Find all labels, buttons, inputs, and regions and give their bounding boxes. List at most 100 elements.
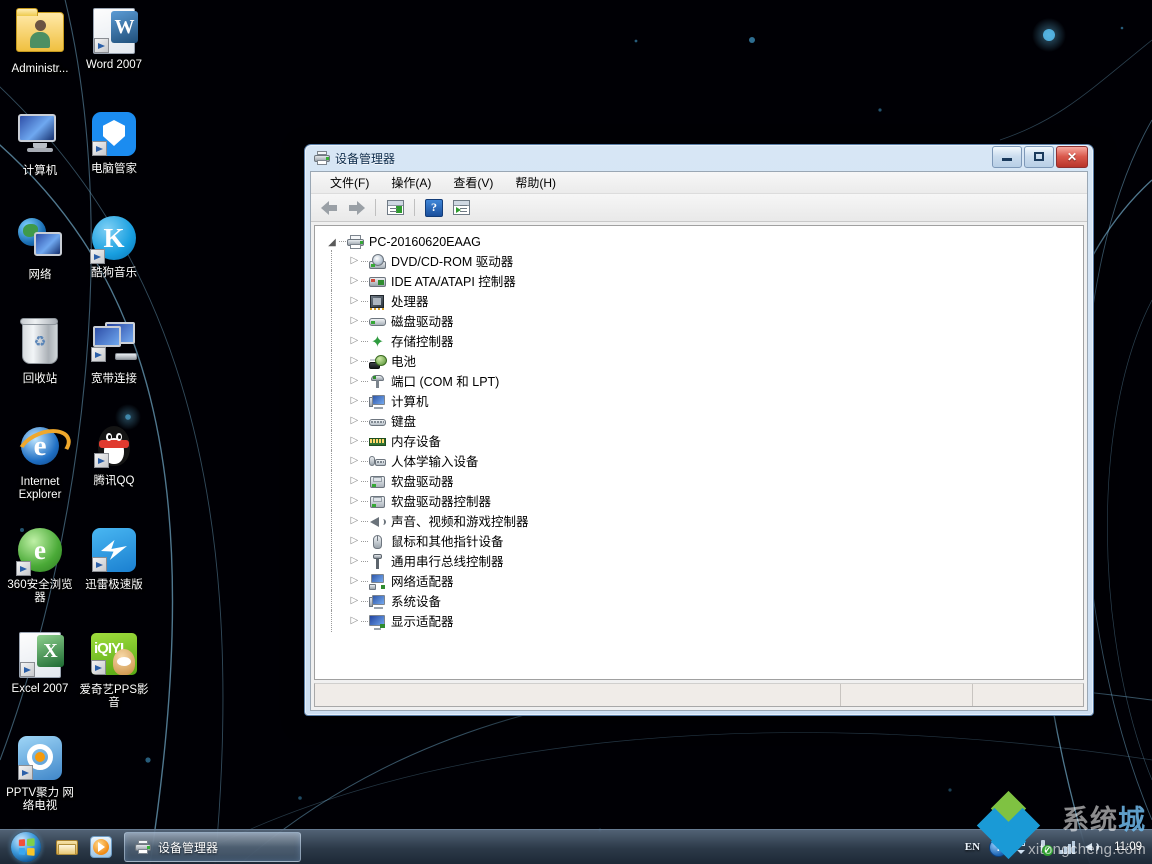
memory-icon [369, 434, 386, 450]
desktop-icon-label: Excel 2007 [11, 683, 69, 695]
minimize-button[interactable] [992, 146, 1022, 168]
expander-icon[interactable] [347, 273, 361, 289]
tree-item-storage-controllers[interactable]: ✦ 存储控制器 [325, 330, 1083, 352]
help-button[interactable]: ? [422, 197, 446, 219]
desktop-icon-recycle-bin[interactable]: ♻ 回收站 [2, 318, 78, 386]
desktop-icon-360-browser[interactable]: e 360安全浏览器 [2, 526, 78, 605]
desktop-icon-word-2007[interactable]: W Word 2007 [76, 6, 152, 72]
network-icon[interactable] [1060, 839, 1077, 855]
desktop-icon-pptv[interactable]: PPTV聚力 网络电视 [2, 734, 78, 813]
tree-item-processor[interactable]: 处理器 [325, 290, 1083, 312]
tree-item-floppy-drive[interactable]: 软盘驱动器 [325, 470, 1083, 492]
expander-icon[interactable] [347, 313, 361, 329]
tree-root-node[interactable]: ◢ PC-20160620EAAG [325, 232, 1083, 252]
tree-item-label: 人体学输入设备 [391, 455, 479, 469]
expander-icon[interactable] [347, 533, 361, 549]
network-icon [16, 218, 64, 266]
shortcut-arrow-icon [20, 662, 35, 677]
desktop-icon-xunlei[interactable]: 迅雷极速版 [76, 526, 152, 592]
maximize-button[interactable] [1024, 146, 1054, 168]
language-indicator[interactable]: EN [963, 841, 982, 853]
port-icon [369, 374, 386, 390]
desktop-icon-internet-explorer[interactable]: e Internet Explorer [2, 421, 78, 502]
desktop-icon-broadband[interactable]: 宽带连接 [76, 318, 152, 386]
toolbar: ? [311, 194, 1087, 222]
show-hidden-icons-button[interactable] [1014, 839, 1028, 855]
expander-icon[interactable] [347, 473, 361, 489]
tree-item-memory[interactable]: 内存设备 [325, 430, 1083, 452]
desktop-icon-computer[interactable]: 计算机 [2, 110, 78, 178]
tree-item-mouse[interactable]: 鼠标和其他指针设备 [325, 530, 1083, 552]
expander-icon[interactable] [347, 293, 361, 309]
volume-icon[interactable] [1084, 839, 1101, 855]
tree-connector [361, 335, 369, 349]
desktop-icon-iqiyi-pps[interactable]: iQIYI 爱奇艺PPS影音 [76, 630, 152, 710]
desktop-icon-tencent-qq[interactable]: 腾讯QQ [76, 422, 152, 488]
keyboard-icon [369, 414, 386, 430]
device-tree-pane[interactable]: ◢ PC-20160620EAAG DVD/CD-ROM 驱动器 [314, 225, 1084, 680]
window-titlebar[interactable]: 设备管理器 ✕ [310, 145, 1088, 171]
tree-item-dvd[interactable]: DVD/CD-ROM 驱动器 [325, 250, 1083, 272]
tree-item-disk-drives[interactable]: 磁盘驱动器 [325, 310, 1083, 332]
start-button[interactable] [2, 831, 50, 863]
expander-icon[interactable] [347, 553, 361, 569]
back-icon [320, 200, 338, 215]
expander-icon[interactable] [347, 573, 361, 589]
desktop-icon-administrator[interactable]: Administr... [2, 6, 78, 76]
tray-help-button[interactable]: ? [989, 838, 1009, 857]
tree-item-floppy-controller[interactable]: 软盘驱动器控制器 [325, 490, 1083, 512]
desktop-icon-pc-manager[interactable]: 电脑管家 [76, 110, 152, 176]
desktop-icon-network[interactable]: 网络 [2, 214, 78, 282]
tree-item-keyboard[interactable]: 键盘 [325, 410, 1083, 432]
desktop-icon-label: 电脑管家 [91, 163, 137, 175]
tree-item-sound-video-game[interactable]: 声音、视频和游戏控制器 [325, 510, 1083, 532]
tree-item-battery[interactable]: 电池 [325, 350, 1083, 372]
menu-help[interactable]: 帮助(H) [504, 172, 567, 193]
expander-icon[interactable] [347, 453, 361, 469]
tree-item-ports[interactable]: 端口 (COM 和 LPT) [325, 370, 1083, 392]
tree-item-ide[interactable]: IDE ATA/ATAPI 控制器 [325, 270, 1083, 292]
task-button-device-manager[interactable]: 设备管理器 [124, 832, 301, 862]
tree-item-computer[interactable]: 计算机 [325, 390, 1083, 412]
expander-icon[interactable] [347, 353, 361, 369]
expander-icon[interactable] [347, 493, 361, 509]
expander-icon[interactable] [347, 593, 361, 609]
expander-icon[interactable] [347, 373, 361, 389]
close-button[interactable]: ✕ [1056, 146, 1088, 168]
tree-item-system-devices[interactable]: 系统设备 [325, 590, 1083, 612]
safely-remove-hardware-icon[interactable]: ✓ [1035, 839, 1054, 856]
menu-action[interactable]: 操作(A) [380, 172, 442, 193]
desktop-icon-kugou-music[interactable]: K 酷狗音乐 [76, 214, 152, 280]
expander-icon[interactable] [347, 613, 361, 629]
expander-icon[interactable] [347, 253, 361, 269]
menu-file[interactable]: 文件(F) [319, 172, 380, 193]
expander-icon[interactable] [347, 413, 361, 429]
clock[interactable]: 11:09 [1108, 841, 1148, 854]
task-button-list: 设备管理器 [124, 832, 301, 862]
forward-button[interactable] [344, 197, 368, 219]
scan-hardware-button[interactable] [449, 197, 473, 219]
printer-icon [314, 150, 330, 166]
menu-view[interactable]: 查看(V) [442, 172, 504, 193]
tree-item-display-adapters[interactable]: 显示适配器 [325, 610, 1083, 632]
tree-item-usb[interactable]: 通用串行总线控制器 [325, 550, 1083, 572]
expander-icon[interactable] [347, 393, 361, 409]
expander-icon[interactable] [347, 513, 361, 529]
chevron-up-icon [1016, 839, 1026, 846]
desktop-icon-label: 腾讯QQ [93, 475, 135, 487]
quicklaunch-explorer[interactable] [50, 832, 84, 862]
tree-connector [361, 515, 369, 529]
expander-icon[interactable] [347, 433, 361, 449]
properties-button[interactable] [383, 197, 407, 219]
desktop-icon-label: 计算机 [22, 165, 58, 177]
desktop-icon-label: PPTV聚力 网络电视 [6, 787, 74, 812]
expander-icon[interactable]: ◢ [325, 235, 339, 249]
tree-item-hid[interactable]: 人体学输入设备 [325, 450, 1083, 472]
quicklaunch-media-player[interactable] [84, 832, 118, 862]
status-pane-2 [841, 684, 973, 706]
desktop-icon-excel-2007[interactable]: X Excel 2007 [2, 630, 78, 696]
tree-item-network-adapters[interactable]: 网络适配器 [325, 570, 1083, 592]
expander-icon[interactable] [347, 333, 361, 349]
tree-item-label: 系统设备 [391, 595, 442, 609]
back-button[interactable] [317, 197, 341, 219]
